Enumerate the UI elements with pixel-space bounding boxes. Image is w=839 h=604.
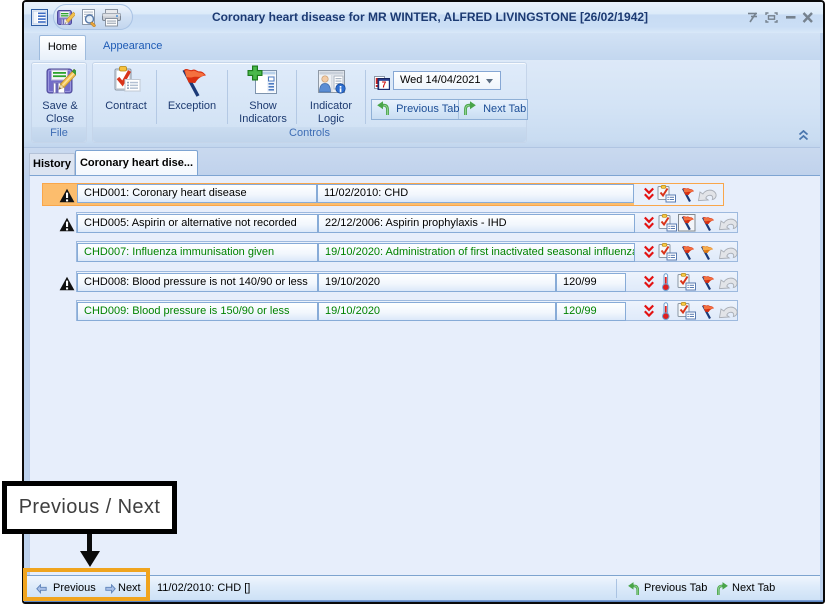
svg-text:7: 7: [382, 81, 387, 90]
